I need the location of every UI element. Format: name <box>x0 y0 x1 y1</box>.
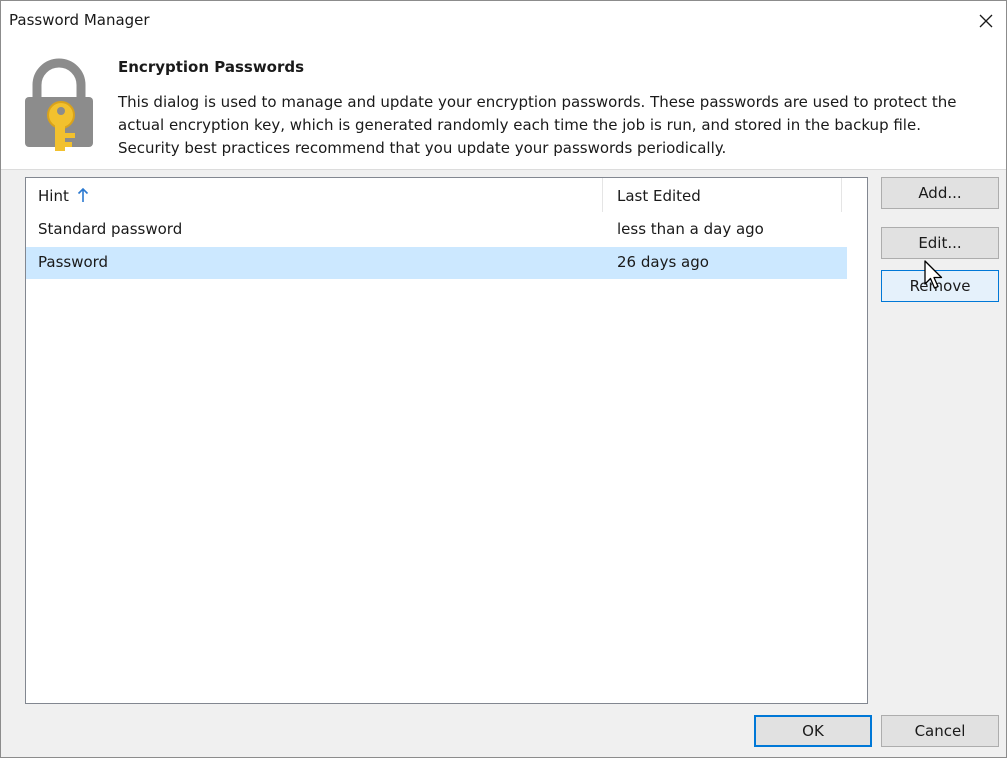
ok-button[interactable]: OK <box>754 715 872 747</box>
arrow-up-icon <box>77 187 89 202</box>
list-header: Hint Last Edited <box>26 178 867 212</box>
column-label-hint: Hint <box>38 187 69 205</box>
table-row-selected[interactable]: Password 26 days ago <box>26 247 847 279</box>
header-title: Encryption Passwords <box>118 58 305 76</box>
cell-last-edited: less than a day ago <box>617 220 764 238</box>
column-header-last-edited[interactable]: Last Edited <box>603 178 842 212</box>
cancel-button[interactable]: Cancel <box>881 715 999 747</box>
edit-button[interactable]: Edit... <box>881 227 999 259</box>
close-button[interactable] <box>966 1 1006 41</box>
window-title: Password Manager <box>9 11 150 29</box>
title-bar: Password Manager <box>1 1 1006 41</box>
lock-key-icon <box>25 58 93 151</box>
description-line: This dialog is used to manage and update… <box>118 93 957 111</box>
header-description: This dialog is used to manage and update… <box>118 91 998 160</box>
cell-hint: Password <box>38 253 109 271</box>
description-line: Security best practices recommend that y… <box>118 139 727 157</box>
cell-hint: Standard password <box>38 220 183 238</box>
cell-last-edited: 26 days ago <box>617 253 709 271</box>
column-header-hint[interactable]: Hint <box>26 178 603 212</box>
description-line: actual encryption key, which is generate… <box>118 116 921 134</box>
close-icon <box>979 14 993 28</box>
password-manager-dialog: Password Manager Encryption Passwords Th… <box>0 0 1007 758</box>
column-label-last-edited: Last Edited <box>617 187 701 205</box>
add-button[interactable]: Add... <box>881 177 999 209</box>
mouse-cursor-icon <box>924 260 943 289</box>
table-row[interactable]: Standard password less than a day ago <box>26 214 847 246</box>
dialog-header: Encryption Passwords This dialog is used… <box>1 41 1006 170</box>
password-list[interactable]: Hint Last Edited Standard password less … <box>25 177 868 704</box>
